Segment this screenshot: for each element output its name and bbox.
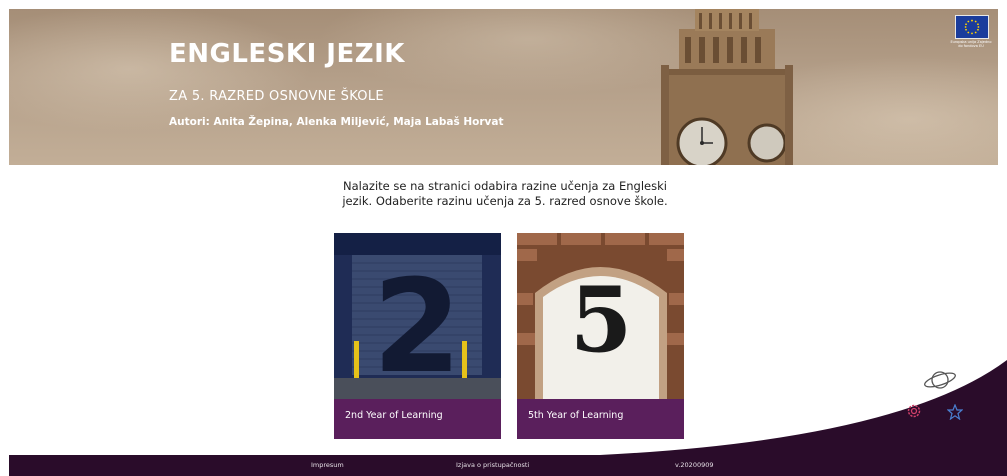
number-2-garage-image: 2 [334,233,501,399]
star-icon[interactable] [947,404,963,420]
eu-flag-icon [955,15,989,39]
page-subtitle: ZA 5. RAZRED OSNOVNE ŠKOLE [169,89,384,104]
header-banner: ENGLESKI JEZIK ZA 5. RAZRED OSNOVNE ŠKOL… [9,9,998,165]
intro-line-2: jezik. Odaberite razinu učenja za 5. raz… [342,194,668,208]
version-label: v.20200909 [675,461,714,469]
level-card-label: 5th Year of Learning [517,399,684,439]
intro-text: Nalazite se na stranici odabira razine u… [300,179,710,209]
tools-panel [905,368,975,428]
level-card-label: 2nd Year of Learning [334,399,501,439]
level-card-5th-year[interactable]: 5 5th Year of Learning [517,233,684,439]
intro-line-1: Nalazite se na stranici odabira razine u… [343,179,667,193]
eu-caption: Europska unija Zajedno do fondova EU [950,40,992,48]
number-5-arch-image: 5 [517,233,684,399]
authors-line: Autori: Anita Žepina, Alenka Miljević, M… [169,116,504,128]
planet-icon[interactable] [923,368,957,392]
svg-text:2: 2 [372,253,461,399]
impressum-link[interactable]: Impresum [311,461,344,469]
gear-icon[interactable] [905,402,923,420]
footer: Impresum Izjava o pristupačnosti v.20200… [9,455,998,476]
level-card-2nd-year[interactable]: 2 2nd Year of Learning [334,233,501,439]
big-ben-tower-image [661,9,793,165]
accessibility-statement-link[interactable]: Izjava o pristupačnosti [456,461,529,469]
page-title: ENGLESKI JEZIK [169,39,405,69]
svg-text:5: 5 [570,267,633,373]
